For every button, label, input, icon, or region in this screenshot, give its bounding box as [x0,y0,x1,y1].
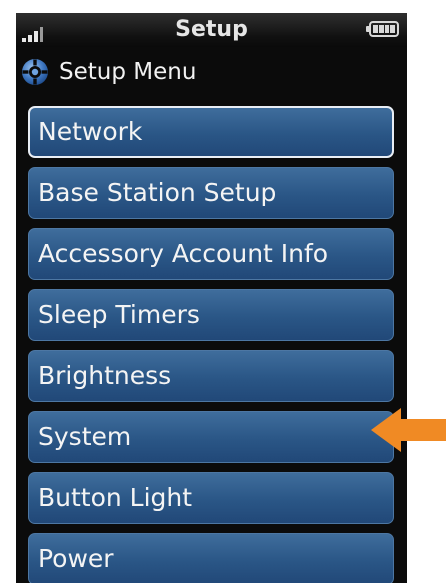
device-screen: Setup Setup Menu Network Base Station Se… [16,13,407,583]
setup-menu-list: Network Base Station Setup Accessory Acc… [26,106,394,583]
status-title: Setup [175,17,248,42]
menu-item-power[interactable]: Power [28,533,394,583]
battery-icon [366,21,399,37]
menu-title: Setup Menu [59,59,197,85]
status-bar: Setup [16,13,407,47]
menu-item-brightness[interactable]: Brightness [28,350,394,402]
menu-item-network[interactable]: Network [28,106,394,158]
menu-item-button-light[interactable]: Button Light [28,472,394,524]
arrow-left-icon [371,408,446,452]
menu-item-base-station-setup[interactable]: Base Station Setup [28,167,394,219]
menu-header: Setup Menu [16,53,407,91]
setup-gear-icon [22,59,48,85]
menu-item-accessory-account-info[interactable]: Accessory Account Info [28,228,394,280]
menu-item-sleep-timers[interactable]: Sleep Timers [28,289,394,341]
menu-item-system[interactable]: System [28,411,394,463]
page: Setup Setup Menu Network Base Station Se… [0,0,446,583]
